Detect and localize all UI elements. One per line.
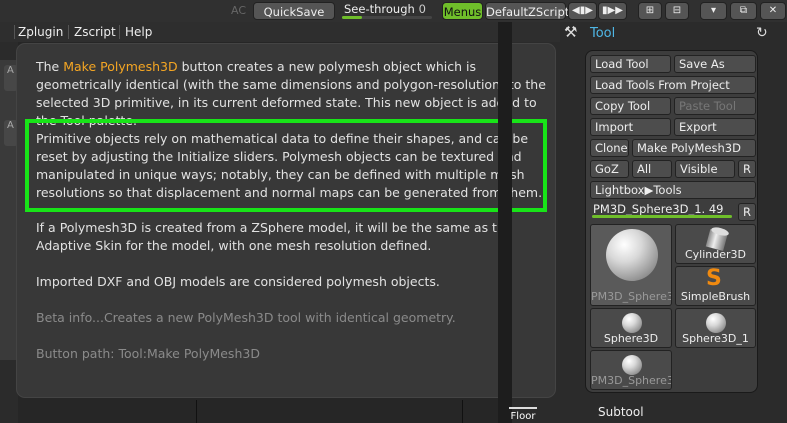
tooltip-paragraph-4: Imported DXF and OBJ models are consider…	[36, 274, 440, 289]
simplebrush-icon: S	[706, 266, 722, 291]
tool-thumbnail-label: Cylinder3D	[684, 248, 746, 261]
tooltip-button-path: Button path: Tool:Make PolyMesh3D	[36, 346, 260, 361]
menu-separator	[119, 25, 120, 39]
lightbox-tools-button[interactable]: Lightbox▶Tools	[590, 181, 756, 199]
quicksave-button[interactable]: QuickSave	[253, 2, 335, 20]
close-icon[interactable]: ✕	[760, 2, 786, 20]
tool-thumbnail-label: Sphere3D	[603, 332, 659, 345]
floor-label: Floor	[510, 411, 536, 422]
layout-icon[interactable]: ⊞	[638, 2, 662, 20]
ac-label: AC	[231, 4, 247, 17]
all-button[interactable]: All	[632, 160, 672, 178]
export-button[interactable]: Export	[674, 118, 756, 136]
copy-tool-button[interactable]: Copy Tool	[590, 97, 671, 115]
import-button[interactable]: Import	[590, 118, 671, 136]
hammer-icon: ⚒	[564, 23, 578, 41]
menus-button[interactable]: Menus	[442, 2, 483, 20]
sphere-icon	[622, 313, 642, 333]
current-tool-label: PM3D_Sphere3D_1. 49	[593, 202, 724, 216]
tool-palette-title[interactable]: Tool	[590, 26, 615, 41]
tool-thumbnail-pm3d-sphere-2[interactable]: PM3D_Sphere3	[590, 350, 672, 390]
tool-thumbnail-sphere3d[interactable]: Sphere3D	[590, 308, 672, 348]
tool-thumbnail-label: SimpleBrush	[680, 290, 751, 303]
see-through-fill	[342, 16, 362, 19]
tool-thumbnail-label: Sphere3D_1	[682, 332, 749, 345]
menu-separator	[68, 25, 69, 39]
minimize-icon[interactable]: ▾	[700, 2, 727, 20]
sphere-icon	[622, 355, 642, 375]
menu-help[interactable]: Help	[125, 25, 152, 39]
default-zscript-button[interactable]: DefaultZScript	[485, 2, 569, 20]
r-button[interactable]: R	[738, 203, 756, 221]
scrollbar[interactable]	[498, 22, 512, 423]
tool-thumbnail-sphere3d-1[interactable]: Sphere3D_1	[675, 308, 756, 348]
floor-button[interactable]: Floor	[505, 402, 541, 423]
clone-button[interactable]: Clone	[590, 139, 629, 157]
sphere-icon	[606, 229, 658, 281]
highlight-box	[25, 119, 547, 212]
tooltip-beta-info: Beta info...Creates a new PolyMesh3D too…	[36, 310, 456, 325]
paste-tool-button[interactable]: Paste Tool	[674, 97, 756, 115]
see-through-slider[interactable]: See-through 0	[340, 1, 436, 21]
see-through-label: See-through	[344, 2, 415, 16]
goz-button[interactable]: GoZ	[590, 160, 629, 178]
tool-thumbnail-label: PM3D_Sphere3	[591, 374, 672, 387]
top-bar: AC QuickSave See-through 0 Menus Default…	[0, 0, 787, 22]
tool-thumbnail-cylinder[interactable]: Cylinder3D	[675, 224, 756, 264]
canvas-divider	[196, 400, 197, 423]
load-tool-button[interactable]: Load Tool	[590, 55, 671, 73]
tooltip-paragraph-3: If a Polymesh3D is created from a ZSpher…	[36, 220, 513, 253]
see-through-value: 0	[418, 2, 426, 16]
r-button[interactable]: R	[738, 160, 756, 178]
canvas-divider	[462, 400, 463, 423]
arrows-icon[interactable]: ◀▮▶	[568, 2, 597, 20]
grid-icon[interactable]: ⊟	[665, 2, 689, 20]
tooltip-text: The	[36, 59, 64, 74]
current-tool-slider[interactable]: PM3D_Sphere3D_1. 49	[590, 201, 736, 219]
make-polymesh3d-button[interactable]: Make PolyMesh3D	[632, 139, 756, 157]
slider-fill	[592, 215, 732, 218]
reset-icon[interactable]: ↻	[756, 25, 768, 41]
menu-bar: Zplugin Zscript Help	[0, 22, 560, 42]
restore-icon[interactable]: ⧉	[730, 2, 757, 20]
menu-zplugin[interactable]: Zplugin	[18, 25, 63, 39]
menu-separator	[14, 25, 15, 39]
subtool-menu[interactable]: Subtool	[598, 405, 644, 419]
menu-zscript[interactable]: Zscript	[74, 25, 116, 39]
arrows-right-icon[interactable]: ▮▶▶	[598, 2, 627, 20]
load-from-project-button[interactable]: Load Tools From Project	[590, 76, 756, 94]
tooltip-highlight: Make Polymesh3D	[63, 59, 178, 74]
help-tooltip: The Make Polymesh3D button creates a new…	[16, 43, 556, 398]
tool-thumbnail-pm3d-sphere[interactable]: PM3D_Sphere3	[590, 224, 672, 306]
sphere-icon	[706, 313, 726, 333]
visible-button[interactable]: Visible	[675, 160, 735, 178]
floor-icon	[509, 407, 537, 409]
tool-thumbnail-label: PM3D_Sphere3	[591, 290, 672, 303]
tool-thumbnail-simplebrush[interactable]: S SimpleBrush	[675, 266, 756, 306]
save-as-button[interactable]: Save As	[674, 55, 756, 73]
